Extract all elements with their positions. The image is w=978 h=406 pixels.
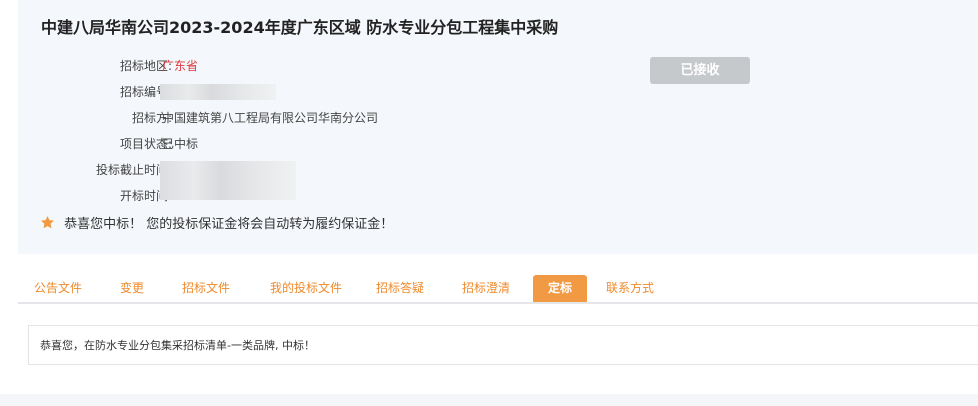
field-project-status: 项目状态: 已中标 bbox=[18, 134, 638, 154]
field-value-project-status: 已中标 bbox=[162, 137, 199, 151]
field-tenderer: 招标方: 中国建筑第八工程局有限公司华南分公司 bbox=[18, 108, 638, 128]
star-icon bbox=[41, 215, 54, 229]
award-result-message: 恭喜您，在防水专业分包集采招标清单-一类品牌, 中标！ bbox=[40, 339, 315, 352]
page-footer-strip bbox=[0, 394, 978, 406]
redacted-times bbox=[160, 161, 296, 200]
award-result-panel: 恭喜您，在防水专业分包集采招标清单-一类品牌, 中标！ bbox=[28, 325, 978, 365]
redacted-bid-number bbox=[160, 84, 276, 100]
tab-tender-qa[interactable]: 招标答疑 bbox=[368, 275, 432, 302]
field-bid-number: 招标编号: bbox=[18, 82, 638, 102]
field-region: 招标地区: 广东省 bbox=[18, 56, 638, 76]
field-bid-deadline: 投标截止时间: bbox=[18, 160, 638, 180]
congrats-banner: 恭喜您中标！ 您的投标保证金将会自动转为履约保证金！ bbox=[40, 215, 393, 233]
field-value-region: 广东省 bbox=[162, 59, 199, 73]
bid-info-panel: 中建八局华南公司2023-2024年度广东区域 防水专业分包工程集中采购 招标地… bbox=[18, 0, 978, 254]
tab-my-bid-documents[interactable]: 我的投标文件 bbox=[261, 275, 351, 302]
tab-announcement[interactable]: 公告文件 bbox=[26, 275, 90, 302]
tab-contact[interactable]: 联系方式 bbox=[598, 275, 662, 302]
field-opening-time: 开标时间: bbox=[18, 186, 638, 206]
tab-award[interactable]: 定标 bbox=[533, 275, 587, 302]
tab-tender-documents[interactable]: 招标文件 bbox=[174, 275, 238, 302]
tab-tender-clarification[interactable]: 招标澄清 bbox=[454, 275, 518, 302]
received-status-button[interactable]: 已接收 bbox=[650, 57, 750, 84]
page-title: 中建八局华南公司2023-2024年度广东区域 防水专业分包工程集中采购 bbox=[41, 18, 559, 37]
congrats-text: 恭喜您中标！ 您的投标保证金将会自动转为履约保证金！ bbox=[64, 217, 394, 232]
tab-bar: 公告文件 变更 招标文件 我的投标文件 招标答疑 招标澄清 定标 联系方式 bbox=[18, 275, 978, 304]
tab-changes[interactable]: 变更 bbox=[112, 275, 152, 302]
field-value-tenderer: 中国建筑第八工程局有限公司华南分公司 bbox=[162, 111, 379, 125]
